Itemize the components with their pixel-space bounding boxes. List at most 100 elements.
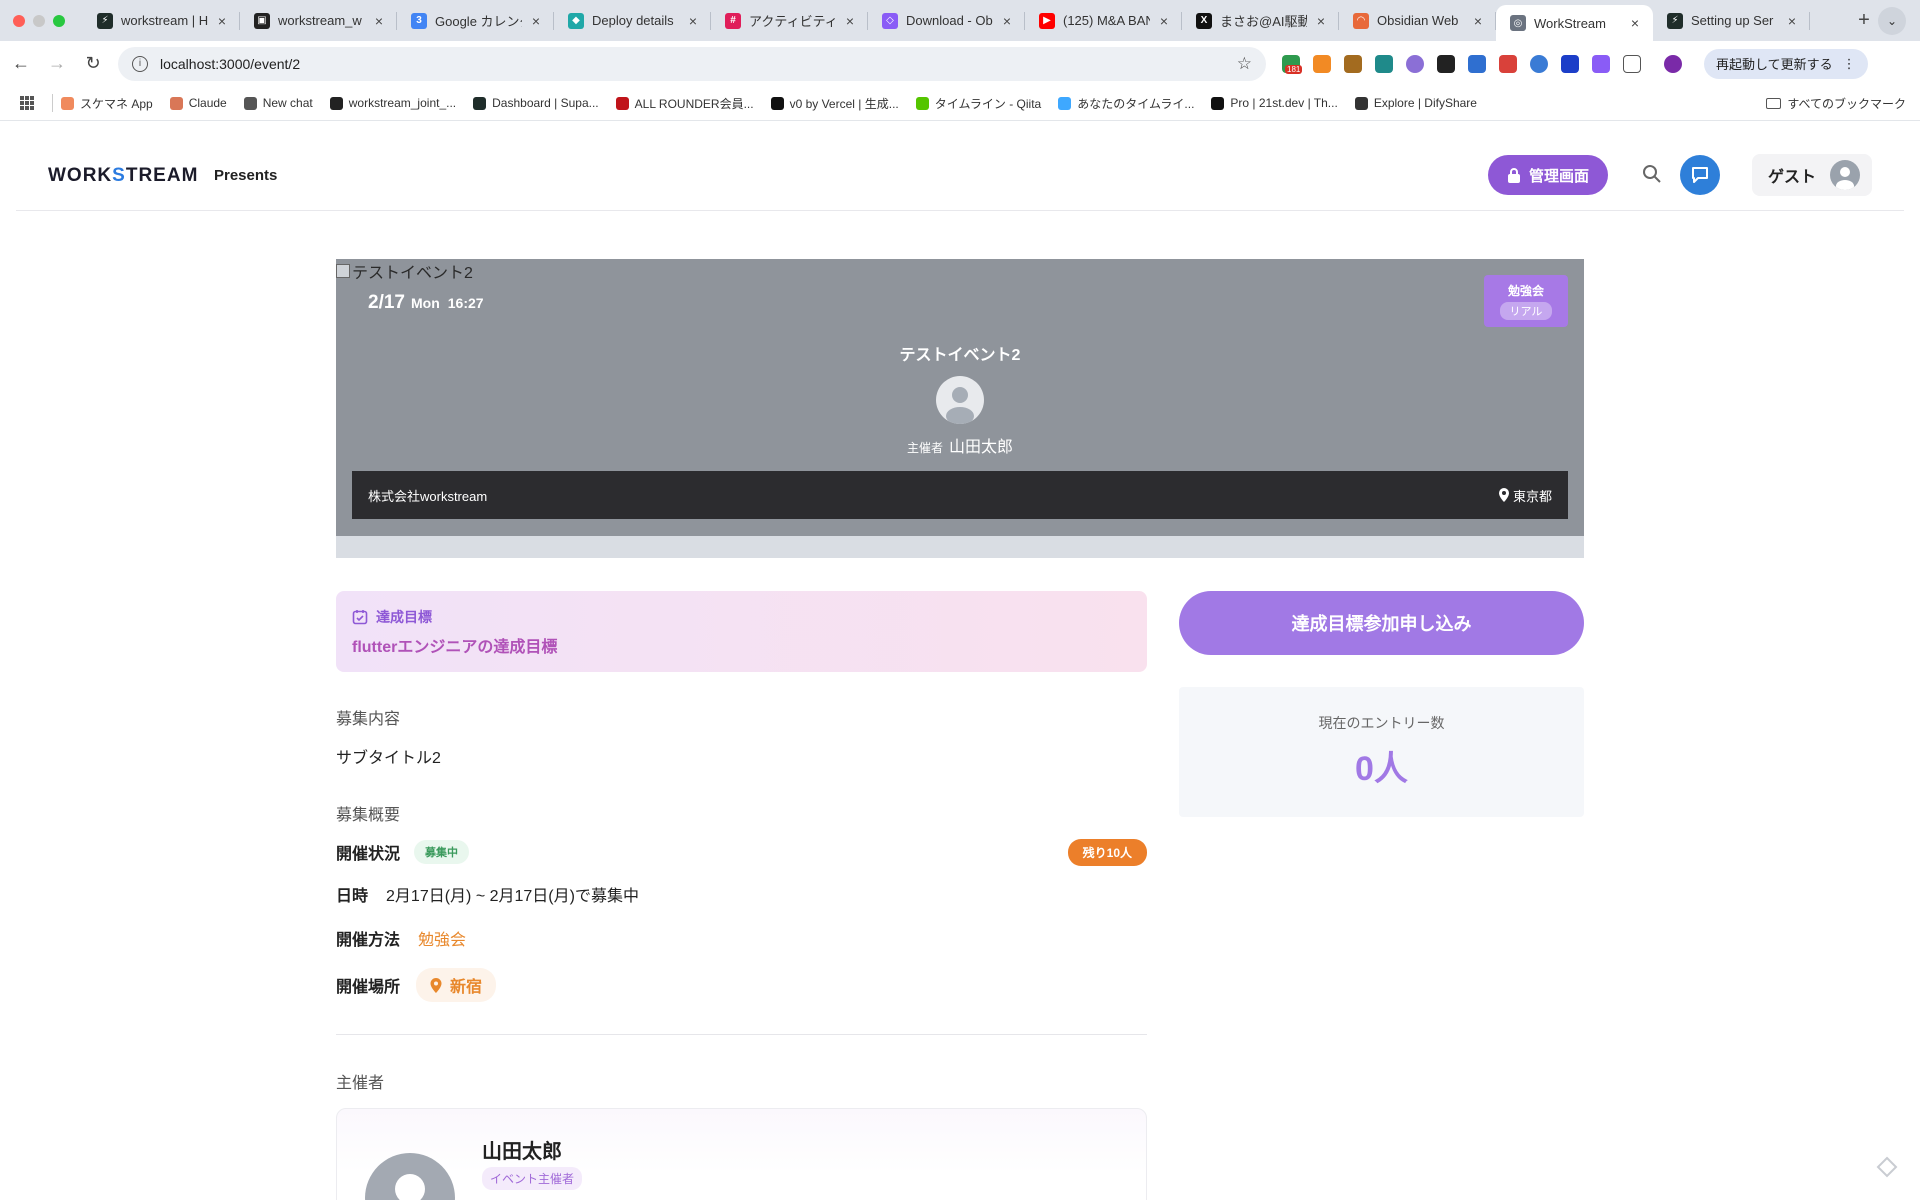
bookmark-list: スケマネ App Claude New chat workstream_joint_.…	[61, 95, 1494, 112]
browser-tab[interactable]: ◎ WorkStream ×	[1496, 5, 1653, 41]
bookmark-item[interactable]: v0 by Vercel | 生成...	[770, 95, 899, 112]
bookmark-item[interactable]: workstream_joint_...	[329, 96, 456, 110]
host-avatar	[936, 376, 984, 424]
tab-close-icon[interactable]: ×	[842, 13, 858, 29]
event-subtitle: サブタイトル2	[336, 750, 441, 767]
browser-tab[interactable]: # アクティビティ - ×	[711, 0, 868, 41]
extension-icon[interactable]	[1530, 54, 1548, 73]
tab-close-icon[interactable]: ×	[1627, 15, 1643, 31]
tab-close-icon[interactable]: ×	[999, 13, 1015, 29]
bookmark-item[interactable]: タイムライン - Qiita	[915, 95, 1041, 112]
browser-tab[interactable]: ◠ Obsidian Web ×	[1339, 0, 1496, 41]
forward-button[interactable]: →	[42, 49, 72, 79]
extension-icon[interactable]	[1592, 54, 1610, 73]
browser-tab[interactable]: X まさお@AI駆動 ×	[1182, 0, 1339, 41]
guest-menu-button[interactable]: ゲスト	[1752, 154, 1872, 196]
browser-tab[interactable]: ⚡ Setting up Ser ×	[1653, 0, 1810, 41]
site-info-icon[interactable]: i	[132, 55, 148, 72]
tab-favicon-icon: ◎	[1510, 15, 1526, 31]
bookmark-item[interactable]: Claude	[169, 96, 227, 110]
extension-icon[interactable]	[1499, 54, 1517, 73]
lock-icon	[1507, 168, 1520, 183]
browser-tab[interactable]: 3 Google カレンダ ×	[397, 0, 554, 41]
browser-tab[interactable]: ▣ workstream_w ×	[240, 0, 397, 41]
organizer-name: 山田太郎	[482, 1141, 562, 1163]
chat-button[interactable]	[1680, 155, 1720, 195]
tab-title: (125) M&A BAN	[1063, 13, 1150, 28]
bookmark-favicon-icon	[61, 96, 74, 110]
tab-close-icon[interactable]: ×	[371, 13, 387, 29]
bookmark-item[interactable]: Dashboard | Supa...	[473, 96, 599, 110]
more-menu-icon[interactable]: ⋮	[1843, 56, 1856, 72]
broken-image-icon	[336, 264, 350, 278]
relaunch-button[interactable]: 再起動して更新する ⋮	[1704, 48, 1868, 79]
bookmark-item[interactable]: New chat	[243, 96, 313, 110]
admin-button[interactable]: 管理画面	[1488, 155, 1608, 195]
place-badge: 新宿	[416, 968, 497, 1002]
browser-tab[interactable]: ▶ (125) M&A BAN ×	[1025, 0, 1182, 41]
bookmark-item[interactable]: Explore | DifyShare	[1354, 96, 1477, 110]
tab-title: Setting up Ser	[1691, 13, 1774, 28]
apps-grid-icon[interactable]	[20, 96, 34, 110]
tab-title: Obsidian Web	[1377, 13, 1459, 28]
goal-card: 達成目標 flutterエンジニアの達成目標	[336, 591, 1147, 672]
back-button[interactable]: ←	[6, 49, 36, 79]
zoom-window-button[interactable]	[53, 14, 65, 27]
tab-search-button[interactable]: ⌄	[1878, 6, 1906, 35]
tab-close-icon[interactable]: ×	[1313, 13, 1329, 29]
download-icon[interactable]	[1468, 54, 1486, 73]
tab-favicon-icon: #	[725, 12, 741, 29]
bookmark-item[interactable]: あなたのタイムライ...	[1058, 95, 1194, 112]
tab-strip: ⚡ workstream | H × ▣ workstream_w × 3 Google カレ…	[83, 0, 1844, 41]
bookmark-favicon-icon	[243, 96, 257, 110]
bookmark-item[interactable]: ALL ROUNDER会員...	[615, 95, 754, 112]
workstream-logo[interactable]: WORKSTREAM	[48, 165, 198, 187]
search-icon[interactable]	[1641, 163, 1663, 185]
tab-favicon-icon: ▣	[254, 12, 270, 29]
presents-link[interactable]: Presents	[214, 167, 277, 184]
browser-tab[interactable]: ◆ Deploy details ×	[554, 0, 711, 41]
close-window-button[interactable]	[13, 14, 25, 27]
tab-close-icon[interactable]: ×	[1156, 13, 1172, 29]
tab-close-icon[interactable]: ×	[1470, 13, 1486, 29]
metamask-icon[interactable]	[1313, 54, 1331, 73]
tab-close-icon[interactable]: ×	[685, 13, 701, 29]
profile-avatar[interactable]	[1664, 54, 1682, 73]
floating-helper-icon[interactable]	[1876, 1156, 1898, 1178]
hero-bottom-strip	[336, 536, 1584, 558]
extension-icon[interactable]	[1561, 54, 1579, 73]
all-bookmarks-button[interactable]: すべてのブックマーク	[1766, 95, 1906, 112]
tab-close-icon[interactable]: ×	[1784, 13, 1800, 29]
hero-host: 主催者 山田太郎	[906, 439, 1014, 456]
tab-close-icon[interactable]: ×	[528, 13, 544, 29]
browser-tab[interactable]: ◇ Download - Ob ×	[868, 0, 1025, 41]
company-bar: 株式会社workstream 東京都	[352, 471, 1568, 519]
bookmark-item[interactable]: Pro | 21st.dev | Th...	[1211, 96, 1338, 110]
extension-icon[interactable]	[1406, 54, 1424, 73]
bookmark-item[interactable]: スケマネ App	[61, 95, 153, 112]
tab-close-icon[interactable]: ×	[214, 13, 230, 29]
tab-title: アクティビティ -	[749, 14, 836, 29]
new-tab-button[interactable]: +	[1850, 9, 1878, 32]
tab-favicon-icon: 3	[411, 12, 427, 29]
reload-button[interactable]: ↻	[78, 49, 108, 79]
extension-icon[interactable]	[1375, 54, 1393, 73]
extension-icon[interactable]: 181	[1282, 54, 1303, 74]
bookmark-favicon-icon	[915, 96, 929, 110]
organizer-card[interactable]: 山田太郎 イベント主催者	[336, 1108, 1147, 1200]
extension-icon[interactable]	[1344, 54, 1362, 73]
url-text: localhost:3000/event/2	[160, 55, 301, 72]
tab-title: workstream | H	[121, 13, 208, 28]
bookmark-favicon-icon	[1354, 96, 1368, 110]
apply-goal-button[interactable]: 達成目標参加申し込み	[1179, 591, 1584, 655]
minimize-window-button[interactable]	[33, 14, 45, 27]
extension-icon[interactable]	[1437, 54, 1455, 73]
tab-title: まさお@AI駆動	[1220, 14, 1307, 29]
method-row: 開催方法 勉強会	[336, 932, 467, 949]
browser-tab[interactable]: ⚡ workstream | H ×	[83, 0, 240, 41]
place-row: 開催場所 新宿	[336, 968, 1147, 1002]
bookmark-star-icon[interactable]: ☆	[1237, 54, 1252, 74]
bookmark-favicon-icon	[770, 96, 784, 110]
address-bar[interactable]: i localhost:3000/event/2 ☆	[118, 46, 1266, 81]
extensions-puzzle-icon[interactable]	[1623, 54, 1641, 73]
